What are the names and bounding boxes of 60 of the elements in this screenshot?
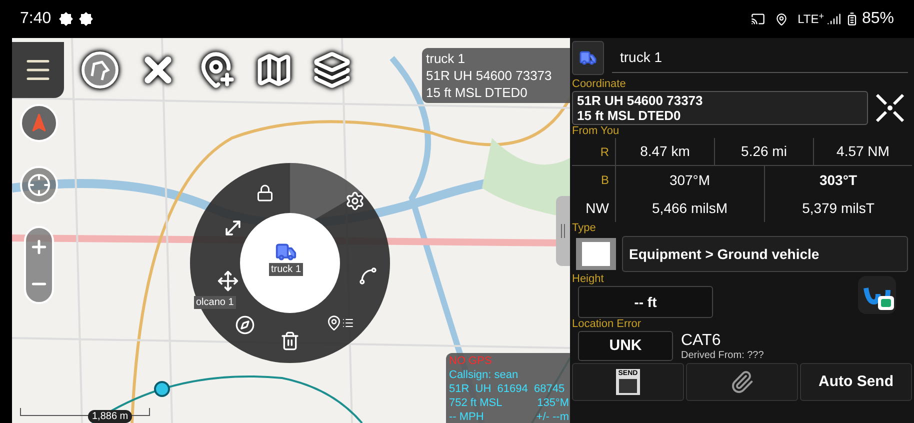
signal-icon: [826, 12, 841, 26]
row-label: R: [572, 138, 616, 165]
info-line: 51R UH 54600 73373: [426, 67, 553, 84]
paperclip-icon: [730, 370, 754, 394]
field-label: Height: [572, 273, 605, 286]
mils-value: 5,466 milsM: [616, 194, 764, 222]
range-value: 5.26 mi: [715, 138, 814, 165]
self-bearing: 135°M: [537, 396, 569, 410]
derived-text: Derived From: ???: [681, 350, 764, 361]
coordinate-field[interactable]: 51R UH 54600 73373 15 ft MSL DTED0: [572, 91, 868, 125]
type-icon-box[interactable]: [576, 238, 616, 270]
clock: 7:40: [20, 9, 52, 29]
row-label: B: [572, 166, 616, 194]
bearing-value: 303°T: [818, 170, 858, 190]
info-line: 15 ft MSL DTED0: [426, 84, 528, 101]
gps-status: NO GPS: [449, 354, 493, 368]
self-speed: -- MPH: [449, 410, 484, 423]
floating-app-icon[interactable]: [858, 276, 896, 314]
location-error-button[interactable]: UNK: [578, 331, 673, 361]
compass-button[interactable]: [20, 104, 58, 142]
cast-icon: [750, 12, 765, 26]
truck-icon[interactable]: [273, 241, 299, 263]
side-handle[interactable]: [556, 196, 570, 266]
attach-button[interactable]: [686, 363, 798, 401]
callsign: Callsign: sean: [449, 368, 520, 382]
self-coordinate: 51R UH 61694 68745: [449, 382, 566, 396]
name-field[interactable]: truck 1: [612, 43, 908, 73]
network-type: LTE$^{+}$: [798, 10, 824, 28]
location-icon: [774, 12, 788, 26]
notification-icon: [59, 12, 74, 26]
icon-button[interactable]: [572, 41, 604, 75]
center-on-icon[interactable]: [874, 92, 906, 124]
mils-value: 5,379 milsT: [801, 198, 876, 218]
self-error: +/- --m: [536, 410, 569, 423]
battery-level: 85%: [862, 9, 894, 29]
height-button[interactable]: -- ft: [578, 286, 713, 318]
move-icon[interactable]: [215, 268, 241, 294]
row-label: NW: [572, 194, 616, 222]
bearing-value: 307°M: [616, 166, 764, 194]
field-label: Coordinate: [572, 78, 627, 91]
field-label: From You: [572, 125, 620, 138]
coordinate-line: 15 ft MSL DTED0: [577, 108, 682, 123]
auto-send-button[interactable]: Auto Send: [800, 363, 912, 401]
type-field[interactable]: Equipment > Ground vehicle: [622, 236, 908, 272]
info-line: truck 1: [426, 50, 466, 67]
notification-icon: [79, 12, 94, 26]
range-value: 4.57 NM: [836, 142, 890, 161]
crosshair-icon: [27, 173, 51, 197]
category-text: CAT6: [681, 331, 722, 350]
map-view[interactable]: truck 1 51R UH 54600 73373 15 ft MSL DTED0 truck 1 olcano 1 1,886 m NO GPS Callsign: sean 51R UH 61694 68745 752 ft MSL 135°M -- MPH +/- --m: [12, 38, 570, 423]
marker-label: olcano 1: [194, 296, 236, 309]
scale-label: 1,886 m: [88, 410, 132, 423]
marker-label: truck 1: [269, 263, 304, 276]
menu-button[interactable]: [12, 42, 64, 98]
coordinate-line: 51R UH 54600 73373: [577, 93, 704, 108]
self-altitude: 752 ft MSL: [449, 396, 502, 410]
locate-button[interactable]: [20, 166, 58, 204]
range-value: 8.47 km: [616, 138, 715, 165]
field-label: Location Error: [572, 318, 642, 331]
field-label: Type: [572, 222, 597, 235]
